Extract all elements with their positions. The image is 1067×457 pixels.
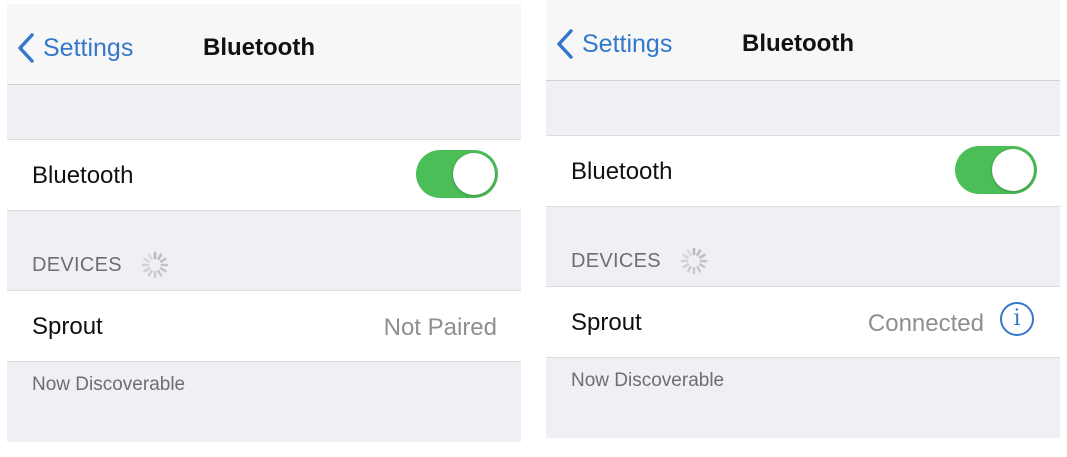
bluetooth-row: Bluetooth bbox=[546, 135, 1060, 207]
navigation-bar: Settings Bluetooth bbox=[7, 4, 521, 85]
bluetooth-screen-before: Settings Bluetooth Bluetooth DEVICES Spr… bbox=[7, 4, 521, 442]
bluetooth-toggle[interactable] bbox=[955, 146, 1037, 194]
discoverable-footer: Now Discoverable bbox=[571, 370, 725, 391]
device-name: Sprout bbox=[32, 313, 103, 340]
back-button[interactable]: Settings bbox=[556, 24, 672, 64]
back-label: Settings bbox=[582, 29, 673, 58]
device-name: Sprout bbox=[571, 309, 642, 336]
bluetooth-label: Bluetooth bbox=[571, 158, 673, 185]
info-icon[interactable]: i bbox=[1000, 302, 1034, 336]
toggle-knob bbox=[453, 153, 495, 195]
device-row-sprout[interactable]: Sprout Connected i bbox=[546, 286, 1060, 358]
bluetooth-label: Bluetooth bbox=[32, 162, 134, 189]
devices-header-label: DEVICES bbox=[32, 253, 122, 276]
bluetooth-row: Bluetooth bbox=[7, 139, 521, 211]
devices-header-label: DEVICES bbox=[571, 249, 661, 272]
toggle-knob bbox=[992, 149, 1034, 191]
discoverable-footer: Now Discoverable bbox=[32, 374, 186, 395]
spinner-icon bbox=[680, 247, 708, 275]
page-title: Bluetooth bbox=[742, 30, 854, 57]
chevron-left-icon bbox=[18, 33, 34, 63]
back-label: Settings bbox=[43, 33, 134, 62]
bluetooth-screen-after: Settings Bluetooth Bluetooth DEVICES Spr… bbox=[546, 0, 1060, 438]
bluetooth-toggle[interactable] bbox=[416, 150, 498, 198]
back-button[interactable]: Settings bbox=[17, 28, 133, 68]
spinner-icon bbox=[141, 251, 169, 279]
device-status: Connected bbox=[867, 310, 984, 337]
device-row-sprout[interactable]: Sprout Not Paired bbox=[7, 290, 521, 362]
device-status: Not Paired bbox=[383, 314, 497, 341]
devices-section-header: DEVICES bbox=[32, 250, 170, 280]
chevron-left-icon bbox=[557, 29, 573, 59]
devices-section-header: DEVICES bbox=[571, 246, 709, 276]
page-title: Bluetooth bbox=[203, 34, 315, 61]
navigation-bar: Settings Bluetooth bbox=[546, 0, 1060, 81]
